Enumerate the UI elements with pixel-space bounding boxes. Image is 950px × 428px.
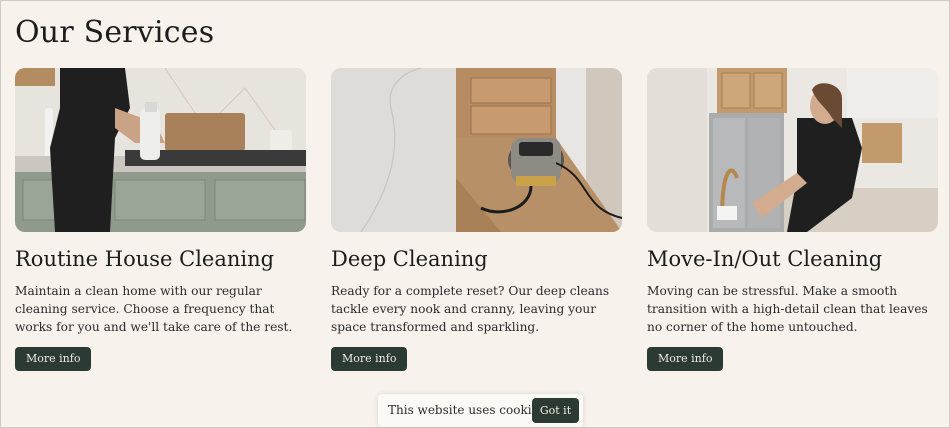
kitchen-faucet-cleaning-photo (647, 68, 938, 232)
service-description: Ready for a complete reset? Our deep cle… (331, 284, 610, 334)
steam-cleaner-photo (331, 68, 622, 232)
service-title: Move-In/Out Cleaning (647, 247, 883, 271)
more-info-button[interactable]: More info (331, 347, 408, 371)
cookie-banner-text: This website uses cookies (388, 403, 545, 417)
service-card-move: Move-In/Out Cleaning Moving can be stres… (647, 68, 938, 371)
got-it-button[interactable]: Got it (532, 398, 579, 423)
cookie-banner: This website uses cookies Got it (378, 394, 583, 427)
service-card-deep: Deep Cleaning Ready for a complete reset… (331, 68, 622, 371)
service-description: Moving can be stressful. Make a smooth t… (647, 284, 928, 334)
service-card-routine: Routine House Cleaning Maintain a clean … (15, 68, 306, 371)
service-title: Routine House Cleaning (15, 247, 275, 271)
service-title: Deep Cleaning (331, 247, 488, 271)
kitchen-counter-cleaning-photo (15, 68, 306, 232)
service-description: Maintain a clean home with our regular c… (15, 284, 293, 334)
more-info-button[interactable]: More info (15, 347, 92, 371)
page-title: Our Services (15, 15, 215, 50)
more-info-button[interactable]: More info (647, 347, 724, 371)
